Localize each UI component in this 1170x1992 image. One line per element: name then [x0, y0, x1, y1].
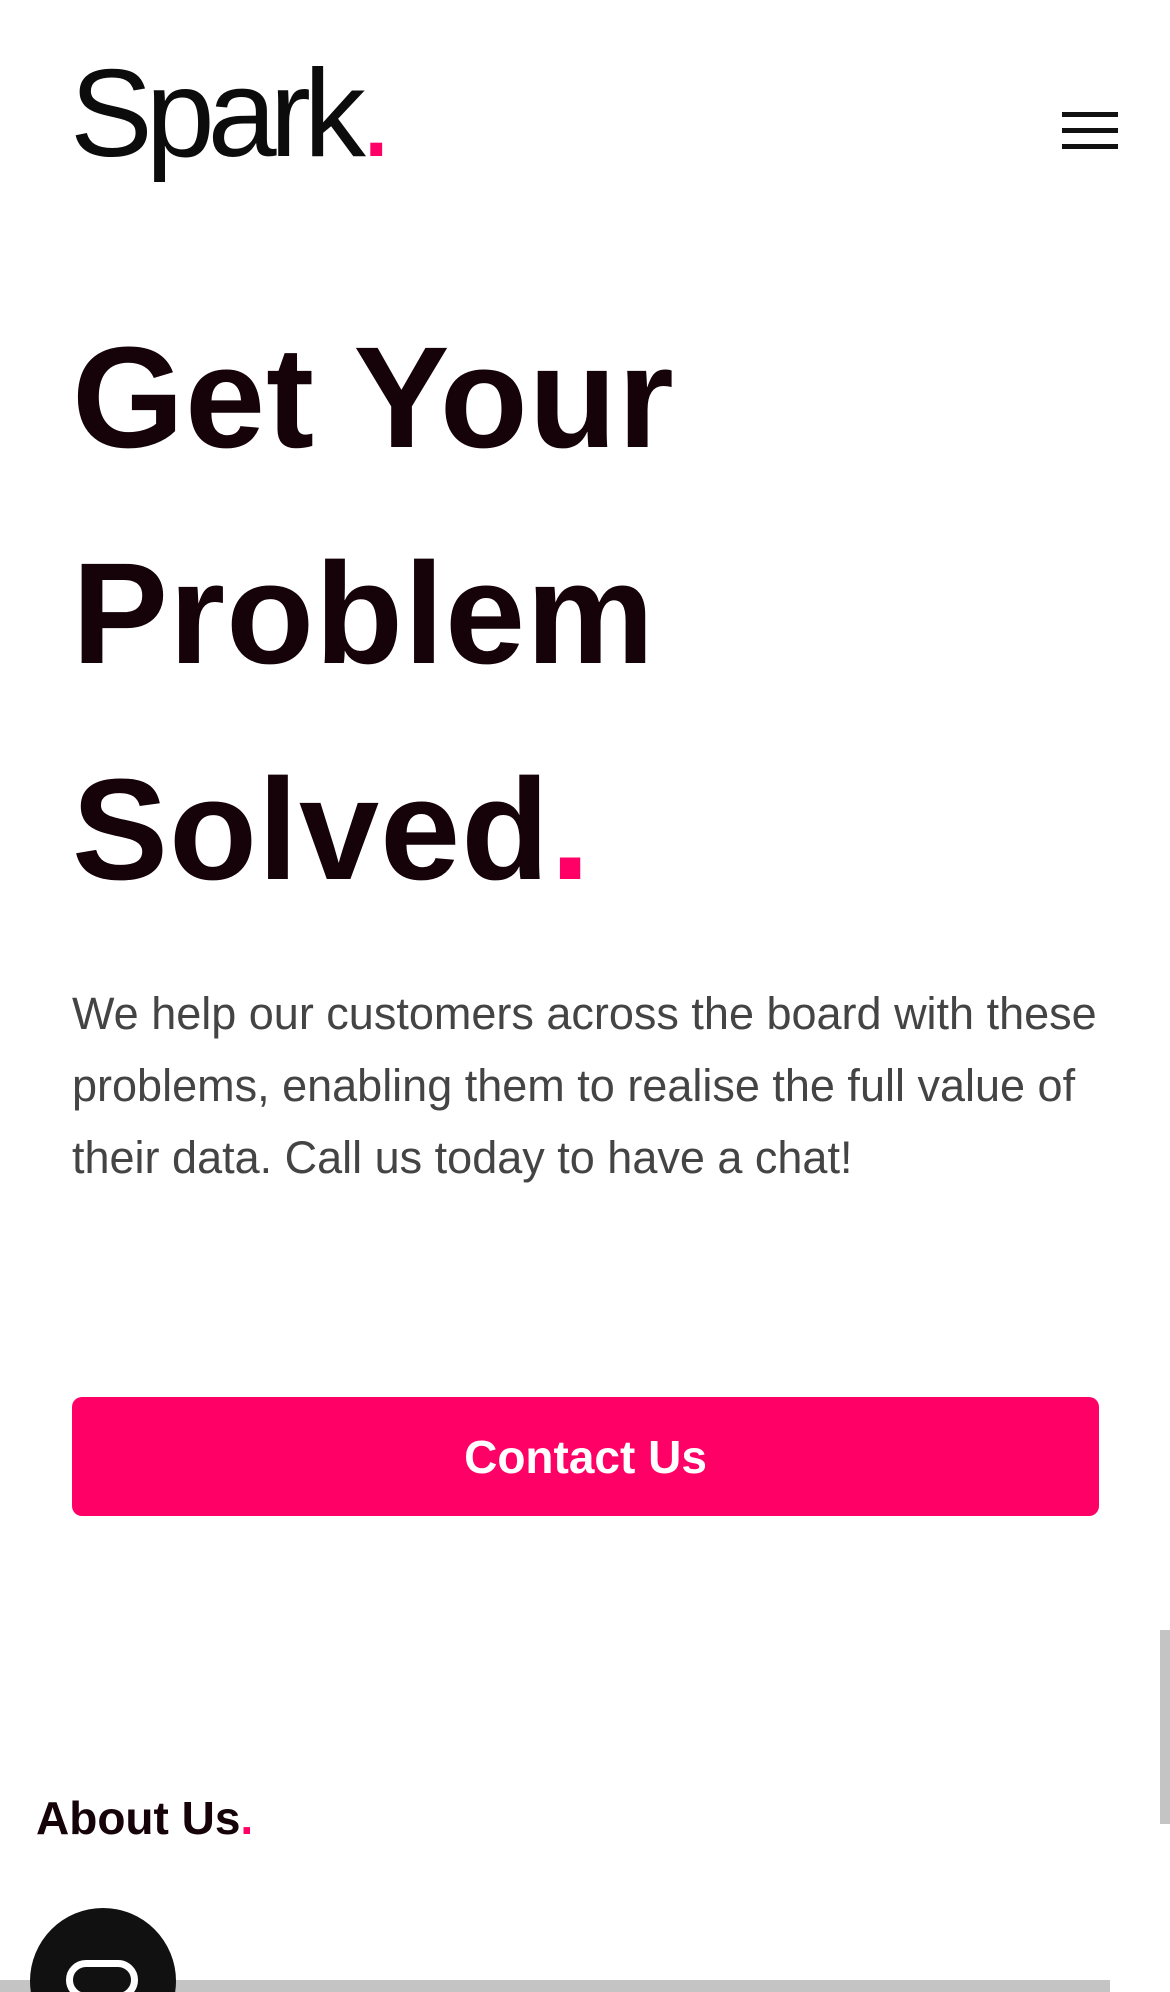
- site-header: Spark.: [0, 0, 1170, 220]
- about-us-heading: About Us.: [36, 1790, 253, 1846]
- hero-title-line-1: Get Your: [72, 317, 675, 478]
- hamburger-line: [1062, 112, 1118, 117]
- chat-icon: [66, 1960, 138, 1992]
- hamburger-line: [1062, 128, 1118, 133]
- scrollbar-thumb[interactable]: [1160, 1630, 1170, 1824]
- about-us-dot: .: [240, 1792, 254, 1844]
- logo-text: Spark: [70, 45, 366, 183]
- page: Spark. Get Your Problem Solved. We help …: [0, 0, 1170, 1992]
- hero-title-line-3: Solved.: [72, 722, 675, 938]
- spark-logo[interactable]: Spark.: [70, 52, 394, 176]
- chat-widget-button[interactable]: [30, 1908, 176, 1992]
- hero-description: We help our customers across the board w…: [72, 988, 1097, 1183]
- hero-title-dot: .: [550, 749, 592, 910]
- about-us-heading-text: About Us: [36, 1792, 241, 1844]
- hero-title: Get Your Problem Solved.: [72, 290, 675, 938]
- hero-title-line-3-text: Solved: [72, 749, 551, 910]
- contact-us-button[interactable]: Contact Us: [72, 1397, 1099, 1516]
- hero-title-line-2: Problem: [72, 533, 656, 694]
- hamburger-line: [1062, 144, 1118, 149]
- hamburger-menu-icon[interactable]: [1062, 110, 1120, 154]
- logo-dot: .: [358, 45, 394, 183]
